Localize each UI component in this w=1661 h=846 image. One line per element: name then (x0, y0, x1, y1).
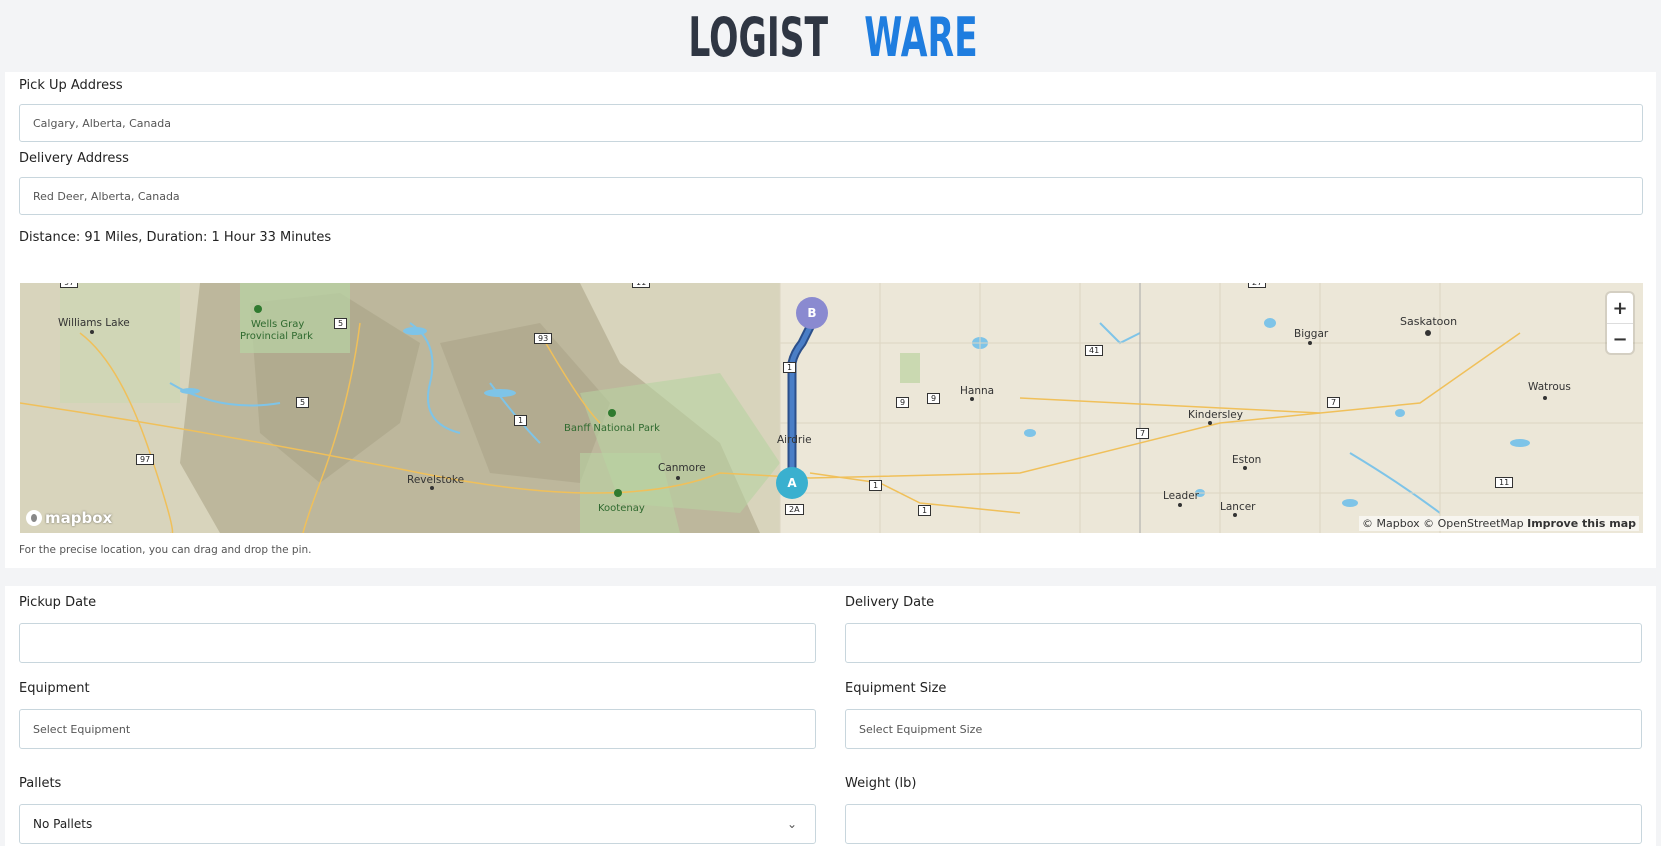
place-wells-gray-2: Provincial Park (240, 331, 313, 342)
distance-duration-text: Distance: 91 Miles, Duration: 1 Hour 33 … (19, 230, 332, 245)
map-attribution: © Mapbox © OpenStreetMap Improve this ma… (1359, 516, 1639, 531)
highway-shield: 1 (514, 415, 528, 426)
logo-part-2: WARE (863, 6, 977, 69)
highway-shield: 1 (918, 505, 932, 516)
highway-shield: 7 (1136, 428, 1150, 439)
place-kindersley: Kindersley (1188, 409, 1243, 421)
mapbox-logo-icon (26, 510, 42, 526)
place-williams-lake: Williams Lake (58, 317, 130, 329)
highway-shield: 11 (1495, 477, 1514, 488)
pickup-address-label: Pick Up Address (19, 78, 123, 93)
weight-label: Weight (lb) (845, 776, 917, 791)
zoom-out-button[interactable]: − (1607, 324, 1633, 354)
place-biggar: Biggar (1294, 328, 1329, 340)
equipment-size-select[interactable]: Select Equipment Size (845, 709, 1642, 749)
mapbox-logo[interactable]: mapbox (26, 509, 112, 527)
place-lancer: Lancer (1220, 501, 1256, 513)
highway-shield: 27 (1248, 283, 1267, 288)
place-watrous: Watrous (1528, 381, 1571, 393)
delivery-address-label: Delivery Address (19, 151, 129, 166)
place-revelstoke: Revelstoke (407, 474, 465, 486)
highway-shield: 9 (896, 397, 910, 408)
route-map[interactable]: Williams Lake Wells Gray Provincial Park… (20, 283, 1643, 533)
mapbox-logo-text: mapbox (45, 509, 113, 527)
place-eston: Eston (1232, 454, 1262, 466)
delivery-date-input[interactable] (845, 623, 1642, 663)
place-banff: Banff National Park (564, 423, 660, 434)
place-saskatoon: Saskatoon (1400, 315, 1458, 328)
attribution-text[interactable]: © Mapbox © OpenStreetMap (1362, 517, 1524, 530)
pickup-date-label: Pickup Date (19, 595, 97, 610)
logo-part-1: LOGIST (687, 6, 828, 69)
details-card: Pickup Date Delivery Date Equipment Sele… (5, 586, 1656, 846)
delivery-address-input[interactable]: Red Deer, Alberta, Canada (19, 177, 1643, 215)
pallets-select[interactable]: No Pallets ⌄ (19, 804, 816, 844)
highway-shield: 1 (869, 480, 883, 491)
highway-shield: 97 (60, 283, 79, 288)
place-canmore: Canmore (658, 462, 706, 474)
equipment-select[interactable]: Select Equipment (19, 709, 816, 749)
highway-shield: 7 (1327, 397, 1341, 408)
address-card: Pick Up Address Calgary, Alberta, Canada… (5, 72, 1656, 568)
highway-shield: 2A (785, 504, 804, 515)
weight-input[interactable] (845, 804, 1642, 844)
marker-a[interactable]: A (776, 467, 808, 499)
delivery-date-label: Delivery Date (845, 595, 935, 610)
place-hanna: Hanna (960, 385, 995, 397)
pickup-address-input[interactable]: Calgary, Alberta, Canada (19, 104, 1643, 142)
pickup-date-input[interactable] (19, 623, 816, 663)
highway-shield: 97 (136, 454, 155, 465)
logo: LOGIST WARE (0, 0, 1661, 72)
marker-b[interactable]: B (796, 297, 828, 329)
highway-shield: 93 (534, 333, 553, 344)
equipment-size-label: Equipment Size (845, 681, 947, 696)
highway-shield: 11 (632, 283, 651, 288)
highway-shield: 1 (783, 362, 797, 373)
place-kootenay: Kootenay (598, 503, 645, 514)
place-leader: Leader (1163, 490, 1200, 502)
zoom-control: + − (1607, 293, 1633, 353)
pallets-label: Pallets (19, 776, 62, 791)
place-airdrie: Airdrie (777, 434, 812, 446)
equipment-label: Equipment (19, 681, 90, 696)
highway-shield: 5 (334, 318, 348, 329)
improve-map-link[interactable]: Improve this map (1527, 517, 1636, 530)
highway-shield: 41 (1085, 345, 1104, 356)
zoom-in-button[interactable]: + (1607, 293, 1633, 324)
map-hint-text: For the precise location, you can drag a… (19, 544, 312, 556)
place-wells-gray: Wells Gray (251, 319, 305, 330)
highway-shield: 5 (296, 397, 310, 408)
highway-shield: 9 (927, 393, 941, 404)
